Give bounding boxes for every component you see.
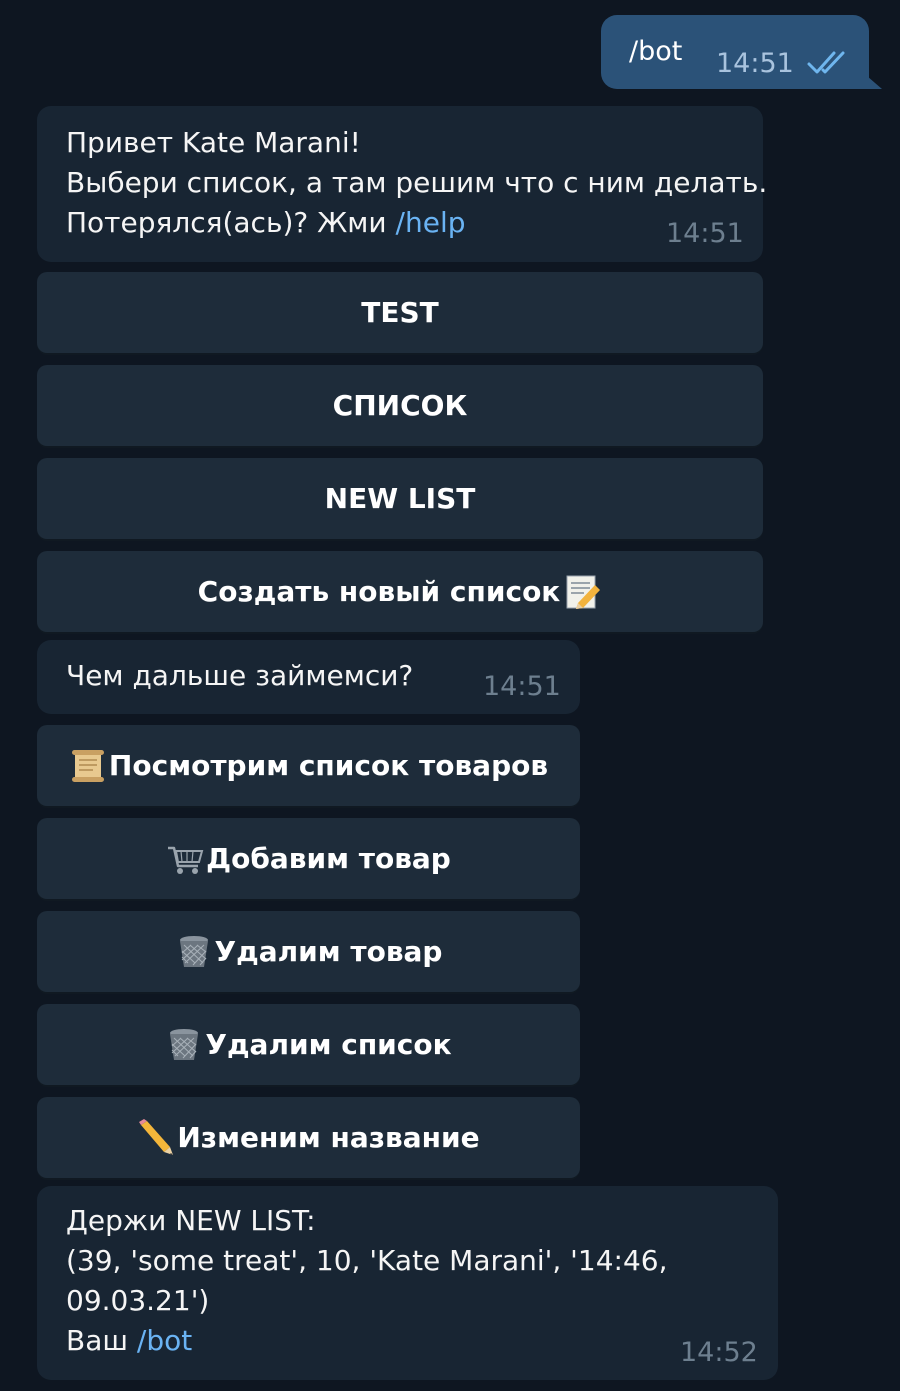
greeting-line-3: Потерялся(ась)? Жми /help — [66, 203, 466, 243]
result-message-time: 14:52 — [680, 1337, 758, 1368]
result-line-1: Держи NEW LIST: — [66, 1204, 316, 1237]
question-message-text: Чем дальше займемси? — [66, 659, 414, 692]
list-button-spisok[interactable]: СПИСОК — [37, 365, 763, 446]
shopping-cart-icon — [168, 846, 204, 874]
view-items-button[interactable]: Посмотрим список товаров — [37, 725, 580, 806]
action-button-label: Посмотрим список товаров — [108, 749, 549, 782]
memo-pencil-icon — [566, 575, 601, 609]
result-line-4: Ваш /bot — [66, 1321, 192, 1361]
add-item-button[interactable]: Добавим товар — [37, 818, 580, 899]
bot-command-link[interactable]: /bot — [137, 1324, 192, 1357]
action-button-label: Удалим список — [205, 1028, 452, 1061]
outgoing-message-time: 14:51 — [716, 48, 794, 79]
list-button-new-list[interactable]: NEW LIST — [37, 458, 763, 539]
rename-button[interactable]: Изменим название — [37, 1097, 580, 1178]
scroll-icon — [71, 749, 104, 782]
list-button-label: NEW LIST — [324, 482, 476, 515]
result-line-4-text: Ваш — [66, 1324, 137, 1357]
list-button-label: СПИСОК — [332, 389, 468, 422]
delete-list-button[interactable]: Удалим список — [37, 1004, 580, 1085]
greeting-line-3-text: Потерялся(ась)? Жми — [66, 206, 396, 239]
outgoing-bubble-tail — [860, 70, 882, 89]
wastebasket-icon — [179, 935, 208, 967]
greeting-line-2: Выбери список, а там решим что с ним дел… — [66, 166, 768, 199]
action-button-label: Удалим товар — [214, 935, 443, 968]
action-button-label: Изменим название — [177, 1121, 480, 1154]
help-command-link[interactable]: /help — [396, 206, 466, 239]
greeting-message-time: 14:51 — [666, 218, 744, 249]
wastebasket-icon — [170, 1028, 199, 1060]
question-message-time: 14:51 — [483, 671, 561, 702]
list-button-label: Создать новый список — [197, 575, 561, 608]
list-button-label: TEST — [361, 296, 439, 329]
result-line-3: 09.03.21') — [66, 1284, 210, 1317]
greeting-line-1: Привет Kate Marani! — [66, 126, 361, 159]
double-check-icon — [807, 51, 845, 74]
result-line-2: (39, 'some treat', 10, 'Kate Marani', '1… — [66, 1244, 668, 1277]
outgoing-message-text: /bot — [629, 36, 683, 67]
action-button-label: Добавим товар — [206, 842, 451, 875]
list-button-test[interactable]: TEST — [37, 272, 763, 353]
create-new-list-button[interactable]: Создать новый список — [37, 551, 763, 632]
delete-item-button[interactable]: Удалим товар — [37, 911, 580, 992]
pencil-icon — [139, 1118, 174, 1155]
